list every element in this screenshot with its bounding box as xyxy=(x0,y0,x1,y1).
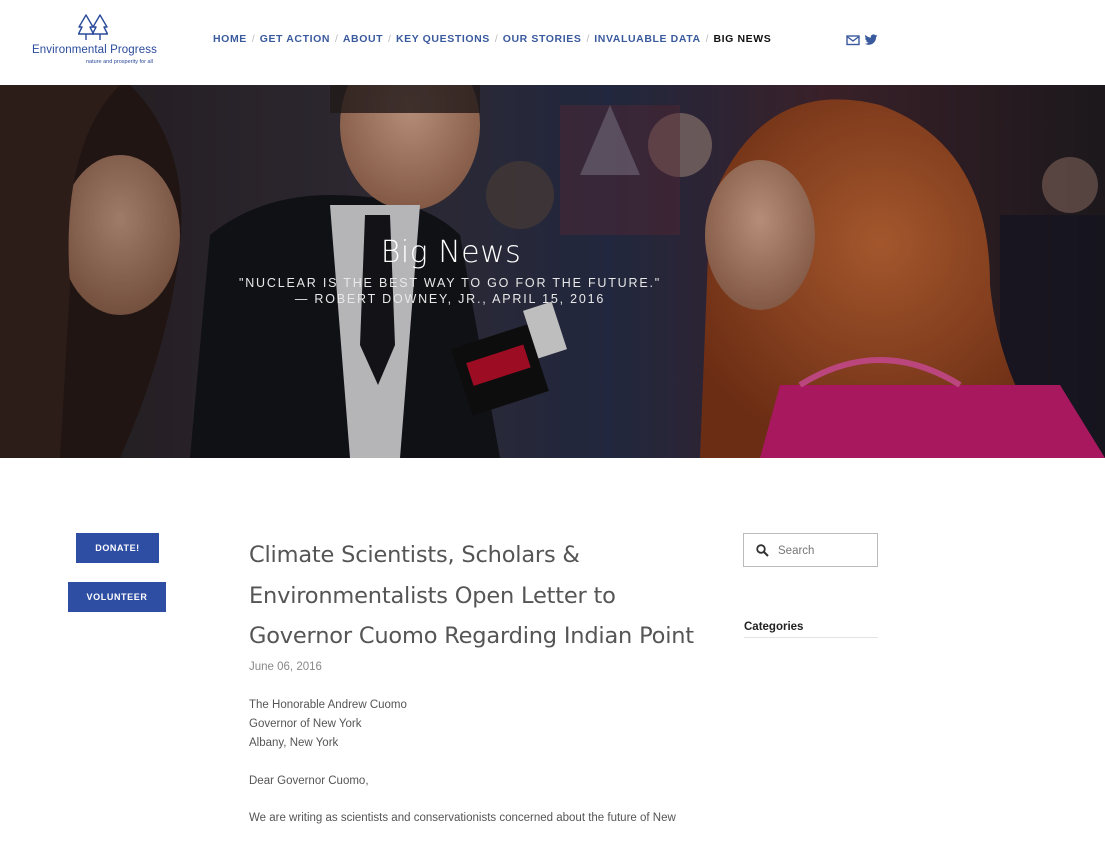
article-date: June 06, 2016 xyxy=(249,660,322,673)
article-salutation: Dear Governor Cuomo, xyxy=(249,774,369,787)
nav-separator: / xyxy=(251,33,255,45)
volunteer-button[interactable]: VOLUNTEER xyxy=(68,582,166,612)
hero-quote: "Nuclear is the best way to go for the f… xyxy=(238,276,661,306)
nav-invaluable-data[interactable]: INVALUABLE DATA xyxy=(594,33,700,45)
address-line: Governor of New York xyxy=(249,717,362,730)
hero-background-photo xyxy=(0,85,1105,458)
hero-title: Big News xyxy=(380,235,522,270)
search-icon xyxy=(756,544,769,557)
nav-get-action[interactable]: GET ACTION xyxy=(260,33,330,45)
brand-name: Environmental Progress xyxy=(32,44,157,56)
search-input[interactable] xyxy=(778,542,873,560)
nav-separator: / xyxy=(705,33,709,45)
nav-separator: / xyxy=(586,33,590,45)
article-title[interactable]: Climate Scientists, Scholars & Environme… xyxy=(249,535,699,657)
nav-big-news[interactable]: BIG NEWS xyxy=(713,33,771,45)
nav-separator: / xyxy=(388,33,391,45)
social-links xyxy=(846,33,878,47)
hero-banner: Big News "Nuclear is the best way to go … xyxy=(0,85,1105,458)
address-line: Albany, New York xyxy=(249,736,339,749)
donate-button[interactable]: DONATE! xyxy=(76,533,159,563)
site-logo[interactable]: Environmental Progress nature and prospe… xyxy=(30,14,170,70)
nav-home[interactable]: HOME xyxy=(213,33,247,45)
categories-heading: Categories xyxy=(744,621,878,638)
nav-separator: / xyxy=(494,33,498,45)
nav-about[interactable]: ABOUT xyxy=(343,33,383,45)
trees-logo-icon xyxy=(78,14,108,40)
search-box[interactable] xyxy=(743,533,878,567)
article-body: We are writing as scientists and conserv… xyxy=(249,811,676,824)
site-header: Environmental Progress nature and prospe… xyxy=(0,0,1105,85)
nav-key-questions[interactable]: KEY QUESTIONS xyxy=(396,33,490,45)
address-line: The Honorable Andrew Cuomo xyxy=(249,698,407,711)
mail-icon[interactable] xyxy=(846,33,860,47)
nav-separator: / xyxy=(335,33,338,45)
nav-our-stories[interactable]: OUR STORIES xyxy=(503,33,582,45)
article-address: The Honorable Andrew Cuomo Governor of N… xyxy=(249,696,699,753)
main-nav: HOME / GET ACTION / ABOUT / KEY QUESTION… xyxy=(213,33,771,45)
brand-tagline: nature and prosperity for all xyxy=(86,59,153,65)
twitter-icon[interactable] xyxy=(864,33,878,47)
article: Climate Scientists, Scholars & Environme… xyxy=(249,535,699,828)
